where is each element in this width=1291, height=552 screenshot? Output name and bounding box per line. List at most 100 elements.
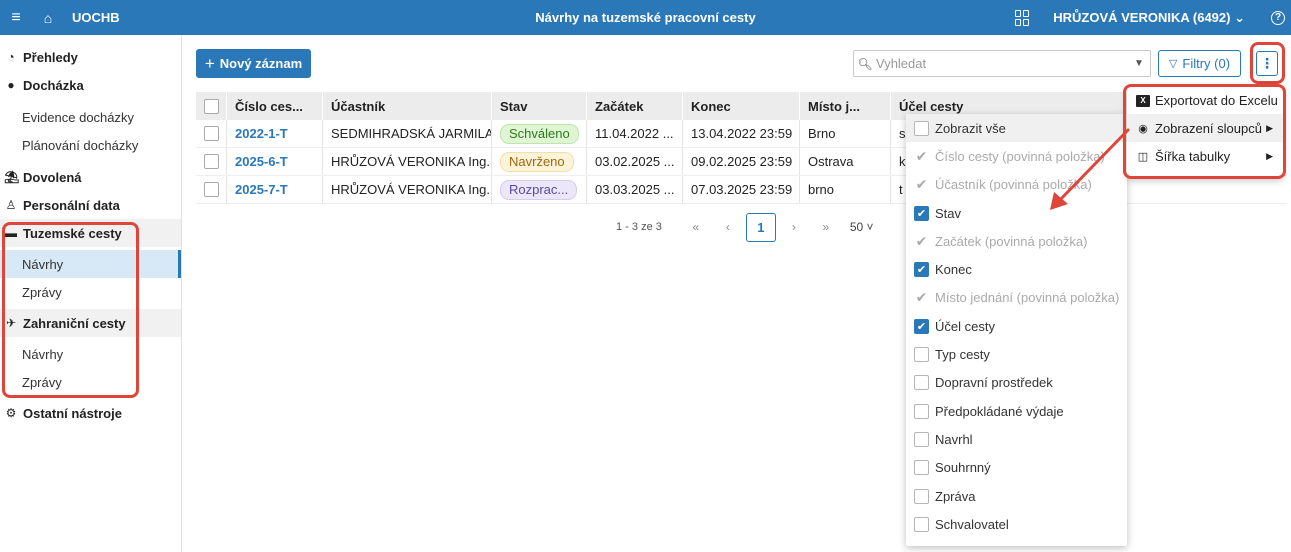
column-header-ucastnik[interactable]: Účastník: [323, 92, 492, 120]
checkmark-icon: ✔: [915, 147, 928, 164]
column-option-label: Schvalovatel: [935, 516, 1009, 532]
filter-button[interactable]: ▽ Filtry (0): [1158, 50, 1241, 77]
column-checkbox[interactable]: [914, 403, 929, 419]
cell-ucastnik: SEDMIHRADSKÁ JARMILA...: [323, 120, 492, 147]
record-link[interactable]: 2022-1-T: [235, 126, 288, 141]
column-header-cislo[interactable]: Číslo ces...: [227, 92, 323, 120]
more-options-button[interactable]: ⋮: [1256, 51, 1278, 76]
column-checkbox[interactable]: [914, 347, 929, 363]
help-icon[interactable]: ?: [1271, 10, 1285, 25]
sidebar-item-ostatni-nastroje[interactable]: ⚙ Ostatní nástroje: [0, 399, 181, 427]
sidebar-item-tuzemske-cesty[interactable]: ▬ Tuzemské cesty: [0, 219, 181, 247]
record-link[interactable]: 2025-7-T: [235, 182, 288, 197]
sidebar-item-tuzemske-zpravy[interactable]: Zprávy: [0, 278, 181, 306]
column-checkbox[interactable]: [914, 120, 929, 136]
column-option[interactable]: Schvalovatel: [906, 510, 1127, 538]
cell-zacatek: 11.04.2022 ...: [587, 120, 683, 147]
column-checkbox[interactable]: [914, 516, 929, 532]
cell-konec: 07.03.2025 23:59: [683, 176, 800, 203]
column-option: ✔ Místo jednání (povinná položka): [906, 284, 1127, 312]
new-record-button[interactable]: + Nový záznam: [196, 49, 311, 78]
column-option[interactable]: ✔ Účel cesty: [906, 312, 1127, 340]
next-page-button[interactable]: ›: [778, 220, 810, 234]
user-menu[interactable]: HRŮZOVÁ VERONIKA (6492) ⌄: [1053, 10, 1245, 26]
column-header-zacatek[interactable]: Začátek: [587, 92, 683, 120]
column-option[interactable]: Typ cesty: [906, 340, 1127, 368]
sidebar-item-planovani-dochazky[interactable]: Plánování docházky: [0, 131, 181, 159]
top-bar: ≡ ⌂ UOCHB Návrhy na tuzemské pracovní ce…: [0, 0, 1291, 35]
chevron-right-icon: ▶: [1266, 150, 1273, 161]
table-width-menu-item[interactable]: ◫ Šířka tabulky ▶: [1127, 142, 1283, 170]
column-header-misto[interactable]: Místo j...: [800, 92, 891, 120]
column-checkbox[interactable]: [914, 431, 929, 447]
column-option-label: Stav: [935, 205, 962, 221]
column-checkbox[interactable]: ✔: [914, 262, 929, 278]
column-display-menu-item[interactable]: ◉ Zobrazení sloupců ▶: [1127, 114, 1283, 142]
cell-ucastnik: HRŮZOVÁ VERONIKA Ing...: [323, 148, 492, 175]
sidebar-item-dochazka[interactable]: ● Docházka: [0, 71, 181, 99]
search-icon: 🔍︎: [857, 56, 873, 71]
cell-misto: brno: [800, 176, 891, 203]
column-checkbox[interactable]: [914, 488, 929, 504]
sidebar: ◔ Přehledy ● Docházka Evidence docházky …: [0, 35, 182, 552]
row-checkbox[interactable]: [204, 126, 219, 141]
sidebar-item-dovolena[interactable]: ⛱ Dovolená: [0, 163, 181, 191]
export-excel-menu-item[interactable]: X Exportovat do Excelu: [1127, 86, 1283, 114]
sidebar-item-zahranicni-zpravy[interactable]: Zprávy: [0, 368, 181, 396]
page-size-select[interactable]: 50 ˅: [850, 220, 874, 234]
hamburger-menu-icon[interactable]: ≡: [2, 9, 30, 27]
gear-icon: ⚙: [5, 406, 17, 420]
funnel-icon: ▽: [1168, 58, 1178, 70]
column-checkbox[interactable]: ✔: [914, 205, 929, 221]
plus-icon: +: [204, 53, 215, 73]
column-checkbox[interactable]: [914, 460, 929, 476]
sidebar-item-zahranicni-cesty[interactable]: ✈ Zahraniční cesty: [0, 309, 181, 337]
column-option[interactable]: Zpráva: [906, 482, 1127, 510]
row-checkbox[interactable]: [204, 154, 219, 169]
select-all-checkbox[interactable]: [204, 98, 219, 114]
search-box[interactable]: 🔍︎ ▼: [853, 50, 1151, 77]
home-icon[interactable]: ⌂: [34, 10, 62, 26]
status-badge: Schváleno: [500, 123, 579, 144]
column-option[interactable]: Souhrnný: [906, 454, 1127, 482]
column-option-label: Zpráva: [935, 488, 976, 504]
cell-ucastnik: HRŮZOVÁ VERONIKA Ing...: [323, 176, 492, 203]
row-checkbox[interactable]: [204, 182, 219, 197]
apps-grid-icon[interactable]: [1015, 9, 1031, 26]
brand-label[interactable]: UOCHB: [72, 10, 120, 25]
column-option-label: Konec: [935, 262, 972, 278]
pagination: 1 - 3 ze 3 « ‹ 1 › » 50 ˅: [616, 212, 874, 242]
column-checkbox[interactable]: ✔: [914, 318, 929, 334]
column-option[interactable]: Navrhl: [906, 425, 1127, 453]
sidebar-item-personalni-data[interactable]: ♙ Personální data: [0, 191, 181, 219]
sidebar-item-tuzemske-navrhy[interactable]: Návrhy: [0, 250, 181, 278]
prev-page-button[interactable]: ‹: [712, 220, 744, 234]
column-checkbox[interactable]: [914, 375, 929, 391]
chevron-down-icon[interactable]: ▼: [1128, 58, 1150, 69]
more-options-menu: X Exportovat do Excelu ◉ Zobrazení sloup…: [1127, 86, 1283, 178]
column-option[interactable]: Dopravní prostředek: [906, 369, 1127, 397]
pagination-info: 1 - 3 ze 3: [616, 221, 662, 233]
column-option-label: Navrhl: [935, 431, 973, 447]
last-page-button[interactable]: »: [810, 220, 842, 234]
excel-icon: X: [1135, 94, 1151, 107]
person-icon: ♙: [5, 198, 17, 212]
clock-icon: ●: [7, 78, 15, 92]
cell-misto: Ostrava: [800, 148, 891, 175]
record-link[interactable]: 2025-6-T: [235, 154, 288, 169]
sidebar-item-prehledy[interactable]: ◔ Přehledy: [0, 43, 181, 71]
column-header-konec[interactable]: Konec: [683, 92, 800, 120]
annotation-arrow: [1050, 128, 1130, 210]
search-input[interactable]: [876, 56, 1128, 71]
first-page-button[interactable]: «: [680, 220, 712, 234]
column-header-stav[interactable]: Stav: [492, 92, 587, 120]
status-badge: Rozprac...: [500, 179, 578, 200]
sidebar-item-evidence-dochazky[interactable]: Evidence docházky: [0, 103, 181, 131]
column-option: ✔ Začátek (povinná položka): [906, 227, 1127, 255]
column-option[interactable]: Předpokládané výdaje: [906, 397, 1127, 425]
sidebar-item-zahranicni-navrhy[interactable]: Návrhy: [0, 340, 181, 368]
column-option[interactable]: ✔ Konec: [906, 255, 1127, 283]
pie-chart-icon: ◔: [7, 50, 15, 64]
current-page-button[interactable]: 1: [745, 212, 776, 242]
cell-konec: 13.04.2022 23:59: [683, 120, 800, 147]
